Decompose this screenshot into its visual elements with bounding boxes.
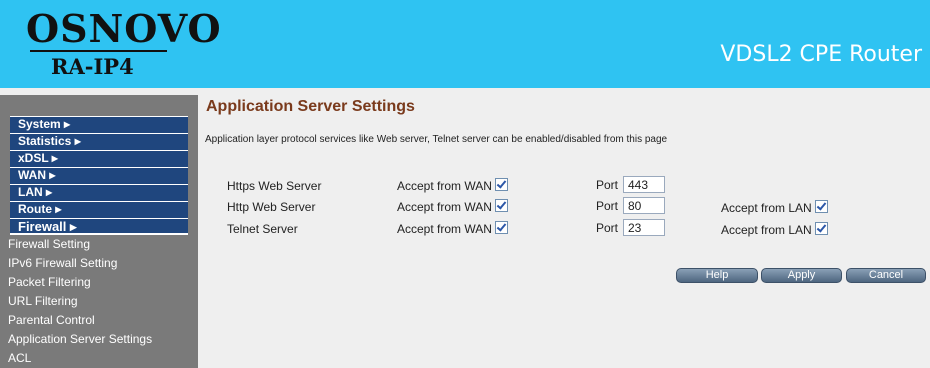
sidebar-item-system[interactable]: System ▸ (10, 116, 188, 133)
submenu-packet-filtering[interactable]: Packet Filtering (0, 273, 198, 292)
port-label: Port (596, 221, 619, 235)
https-port-input[interactable] (623, 176, 665, 193)
https-accept-wan-checkbox[interactable] (494, 178, 508, 191)
service-row-https: Https Web Server Accept from WAN Port (198, 176, 930, 198)
http-accept-lan-checkbox[interactable] (814, 200, 828, 213)
logo-underline (30, 50, 167, 52)
http-accept-wan-checkbox[interactable] (494, 199, 508, 212)
accept-lan-label: Accept from LAN (721, 223, 812, 237)
header-divider (0, 88, 930, 95)
logo-main-text: OSNOVO (26, 6, 222, 51)
port-label: Port (596, 178, 619, 192)
service-name: Telnet Server (227, 222, 298, 236)
submenu-ipv6-firewall-setting[interactable]: IPv6 Firewall Setting (0, 254, 198, 273)
service-row-telnet: Telnet Server Accept from WAN Port Accep… (198, 219, 930, 241)
submenu-firewall-setting[interactable]: Firewall Setting (0, 235, 198, 254)
sidebar-item-lan[interactable]: LAN ▸ (10, 184, 188, 201)
page-title: Application Server Settings (206, 98, 415, 115)
submenu-url-filtering[interactable]: URL Filtering (0, 292, 198, 311)
sidebar: System ▸ Statistics ▸ xDSL ▸ WAN ▸ LAN ▸… (0, 95, 198, 368)
submenu-parental-control[interactable]: Parental Control (0, 311, 198, 330)
accept-lan-label: Accept from LAN (721, 201, 812, 215)
header-bar: OSNOVO RA-IP4 VDSL2 CPE Router (0, 0, 930, 88)
telnet-accept-wan-checkbox[interactable] (494, 221, 508, 234)
telnet-port-input[interactable] (623, 219, 665, 236)
service-name: Https Web Server (227, 179, 322, 193)
sidebar-item-statistics[interactable]: Statistics ▸ (10, 133, 188, 150)
cancel-button[interactable]: Cancel (846, 268, 926, 283)
accept-wan-label: Accept from WAN (397, 200, 492, 214)
port-label: Port (596, 199, 619, 213)
sidebar-item-route[interactable]: Route ▸ (10, 201, 188, 218)
router-title: VDSL2 CPE Router (720, 42, 922, 67)
apply-button[interactable]: Apply (761, 268, 842, 283)
http-port-input[interactable] (623, 197, 665, 214)
help-button[interactable]: Help (676, 268, 758, 283)
main-content: Application Server Settings Application … (198, 95, 930, 368)
service-name: Http Web Server (227, 200, 316, 214)
logo: OSNOVO RA-IP4 (0, 0, 221, 88)
page-description: Application layer protocol services like… (205, 134, 668, 145)
sidebar-item-firewall[interactable]: Firewall ▸ (10, 218, 188, 235)
accept-wan-label: Accept from WAN (397, 179, 492, 193)
service-row-http: Http Web Server Accept from WAN Port Acc… (198, 197, 930, 219)
sidebar-item-xdsl[interactable]: xDSL ▸ (10, 150, 188, 167)
submenu-application-server-settings[interactable]: Application Server Settings (0, 330, 198, 349)
logo-model-text: RA-IP4 (51, 54, 134, 79)
submenu-acl[interactable]: ACL (0, 349, 198, 368)
sidebar-item-wan[interactable]: WAN ▸ (10, 167, 188, 184)
accept-wan-label: Accept from WAN (397, 222, 492, 236)
telnet-accept-lan-checkbox[interactable] (814, 222, 828, 235)
